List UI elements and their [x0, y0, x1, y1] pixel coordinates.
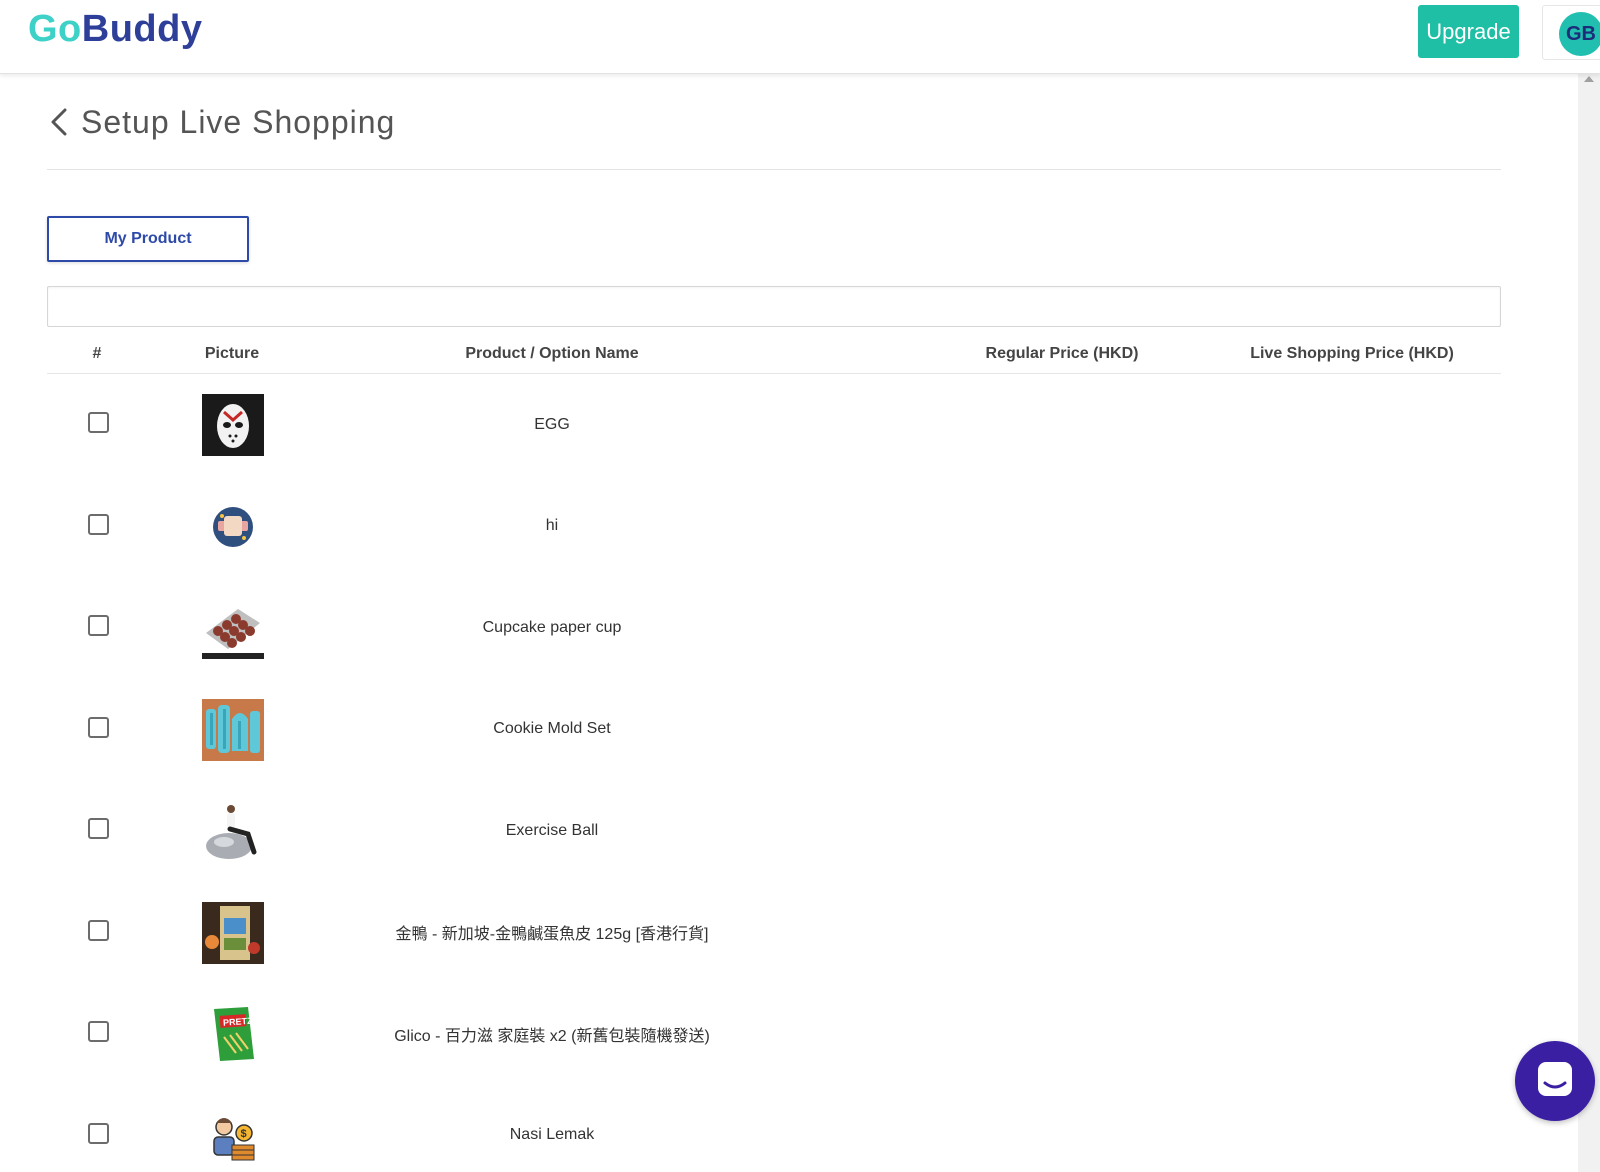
column-header-regular-price: Regular Price (HKD) — [985, 345, 1139, 362]
main-content: Setup Live Shopping My Product # Picture… — [0, 74, 1578, 1172]
chat-icon — [1535, 1059, 1575, 1104]
avatar-button[interactable]: GB — [1542, 5, 1600, 60]
page-scrollbar[interactable] — [1578, 74, 1600, 1172]
logo-go: Go — [28, 8, 82, 50]
svg-text:$: $ — [241, 1128, 247, 1140]
table-row: PRETZ Glico - 百力滋 家庭裝 x2 (新舊包裝隨機發送) — [47, 983, 1501, 1085]
product-name: EGG — [534, 415, 570, 433]
column-header-live-price: Live Shopping Price (HKD) — [1250, 345, 1454, 362]
row-checkbox[interactable] — [88, 818, 109, 839]
my-product-tab[interactable]: My Product — [47, 216, 249, 262]
product-search-input[interactable] — [47, 286, 1501, 327]
row-checkbox[interactable] — [88, 1122, 109, 1144]
pretz-box-icon: PRETZ — [202, 1003, 264, 1065]
table-row: Cookie Mold Set — [47, 679, 1501, 781]
row-checkbox[interactable] — [88, 1021, 109, 1042]
table-row: Exercise Ball — [47, 780, 1501, 882]
product-table-body: EGG hi Cupcake paper cup Cookie Mold Set — [47, 374, 1501, 1172]
product-name: Exercise Ball — [505, 821, 599, 839]
product-name: Cupcake paper cup — [482, 618, 622, 636]
table-row: 金鴨 - 新加坡-金鴨鹹蛋魚皮 125g [香港行貨] — [47, 882, 1501, 984]
product-name: 金鴨 - 新加坡-金鴨鹹蛋魚皮 125g [香港行貨] — [395, 926, 709, 943]
cupcake-tray-icon — [202, 597, 264, 659]
row-checkbox[interactable] — [88, 513, 109, 535]
table-row: hi — [47, 476, 1501, 578]
table-header: # Picture Product / Option Name Regular … — [47, 334, 1501, 374]
cookie-mold-icon — [202, 698, 264, 761]
chat-launcher-button[interactable] — [1515, 1041, 1595, 1121]
money-person-icon: $ — [202, 1104, 264, 1167]
table-row: EGG — [47, 374, 1501, 476]
scroll-up-arrow-icon[interactable] — [1584, 76, 1594, 82]
upgrade-button[interactable]: Upgrade — [1418, 5, 1519, 58]
row-checkbox[interactable] — [88, 716, 109, 738]
logo-buddy: Buddy — [81, 8, 203, 50]
exercise-ball-icon — [202, 800, 264, 862]
row-checkbox[interactable] — [88, 919, 109, 941]
table-row: Cupcake paper cup — [47, 577, 1501, 679]
gobuddy-logo[interactable]: GoBuddy — [28, 8, 203, 51]
page-header: Setup Live Shopping — [47, 100, 395, 144]
row-checkbox[interactable] — [88, 615, 109, 636]
avatar-initials: GB — [1566, 22, 1596, 45]
snack-bag-icon — [202, 901, 264, 964]
product-name: Cookie Mold Set — [493, 720, 611, 737]
column-header-picture: Picture — [204, 345, 260, 362]
product-name: Glico - 百力滋 家庭裝 x2 (新舊包裝隨機發送) — [394, 1027, 710, 1045]
product-name: Nasi Lemak — [509, 1126, 595, 1143]
header-divider — [47, 169, 1501, 170]
back-chevron-icon[interactable] — [47, 107, 71, 137]
column-header-name: Product / Option Name — [465, 345, 639, 362]
column-header-number: # — [92, 345, 102, 362]
badge-circle-icon — [202, 496, 264, 558]
svg-text:PRETZ: PRETZ — [223, 1016, 254, 1028]
hockey-mask-icon — [202, 394, 264, 456]
table-row: $ Nasi Lemak — [47, 1085, 1501, 1172]
row-checkbox[interactable] — [88, 412, 109, 433]
top-bar: GoBuddy Upgrade GB — [0, 0, 1600, 74]
page-title: Setup Live Shopping — [81, 103, 396, 140]
product-name: hi — [545, 517, 559, 534]
avatar: GB — [1559, 12, 1600, 56]
